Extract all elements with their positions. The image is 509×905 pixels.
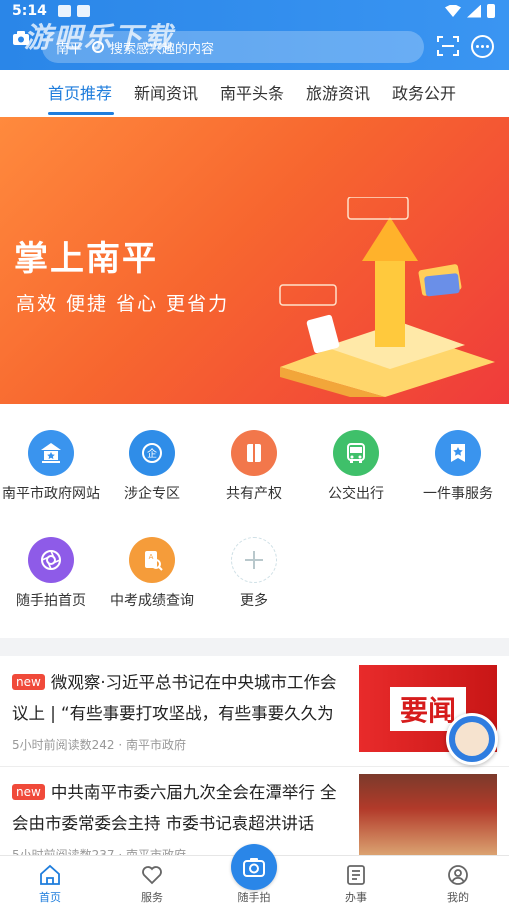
battery-icon [487, 4, 495, 18]
new-badge: new [12, 784, 45, 800]
news-thumbnail [359, 774, 497, 861]
news-title: new 微观察·习近平总书记在中央城市工作会议上 | “有些事要打攻坚战，有些事要… [12, 673, 337, 723]
grid-label: 公交出行 [328, 486, 384, 502]
tab-news[interactable]: 新闻资讯 [134, 70, 220, 117]
banner-title: 掌上南平 [14, 239, 158, 279]
promo-banner[interactable]: 掌上南平 高效 便捷 省心 更省力 [0, 117, 509, 404]
search-placeholder: 搜索感兴趣的内容 [110, 41, 215, 57]
grid-label: 共有产权 [226, 486, 282, 502]
search-icon [92, 41, 105, 53]
section-divider [0, 638, 509, 656]
grid-label: 中考成绩查询 [110, 593, 194, 609]
nav-snapshot-label[interactable]: 随手拍 [224, 889, 284, 905]
tab-nanping-headlines[interactable]: 南平头条 [220, 70, 306, 117]
home-icon [40, 864, 60, 885]
tab-home-recommend[interactable]: 首页推荐 [48, 70, 134, 117]
grid-label: 南平市政府网站 [2, 486, 100, 502]
grid-label: 涉企专区 [124, 486, 180, 502]
system-icons [445, 4, 495, 18]
scan-icon[interactable] [437, 35, 459, 57]
plus-icon [231, 537, 277, 583]
grid-label: 随手拍首页 [16, 593, 86, 609]
property-icon [231, 430, 277, 476]
banner-subtitle: 高效 便捷 省心 更省力 [16, 293, 230, 315]
news-title: new 中共南平市委六届九次全会在潭举行 全会由市委常委会主持 市委书记袁超洪讲话 [12, 783, 337, 833]
heart-icon [142, 866, 162, 885]
top-header: 5:14 游吧乐下载 南平 搜索感兴趣的内容 [0, 0, 509, 70]
camera-icon [243, 858, 265, 877]
grid-item-gov-website[interactable]: 南平市政府网站 [1, 430, 101, 505]
document-icon [347, 865, 365, 885]
camera-aperture-icon [28, 537, 74, 583]
bus-icon [333, 430, 379, 476]
news-meta: 5小时前阅读数242 · 南平市政府 [12, 738, 186, 752]
tab-travel[interactable]: 旅游资讯 [306, 70, 392, 117]
exam-search-icon: A [129, 537, 175, 583]
svg-text:A: A [149, 553, 154, 561]
grid-item-bus[interactable]: 公交出行 [306, 430, 406, 505]
tab-government[interactable]: 政务公开 [392, 70, 478, 117]
grid-item-property[interactable]: 共有产权 [204, 430, 304, 505]
star-badge-icon [435, 430, 481, 476]
grid-item-one-thing-service[interactable]: 一件事服务 [408, 430, 508, 505]
city-selector[interactable]: 南平 [56, 38, 82, 57]
snapshot-camera-button[interactable] [231, 844, 277, 890]
banner-illustration [279, 197, 495, 397]
new-badge: new [12, 674, 45, 690]
grid-label: 一件事服务 [423, 486, 493, 502]
row-divider [0, 766, 509, 767]
bottom-nav: 首页 服务 随手拍 办事 我的 [0, 844, 509, 905]
nav-mine[interactable]: 我的 [428, 863, 488, 905]
nav-affairs[interactable]: 办事 [326, 863, 386, 905]
grid-item-more[interactable]: 更多 [204, 537, 304, 612]
camera-logo-icon[interactable] [12, 30, 30, 46]
nav-home[interactable]: 首页 [20, 863, 80, 905]
cartoon-face-icon [455, 722, 489, 756]
grid-item-enterprise[interactable]: 企 涉企专区 [102, 430, 202, 505]
wifi-icon [445, 5, 461, 17]
category-tabs: 首页推荐 新闻资讯 南平头条 旅游资讯 政务公开 [0, 70, 509, 117]
grid-item-exam-score[interactable]: A 中考成绩查询 [102, 537, 202, 612]
enterprise-icon: 企 [129, 430, 175, 476]
government-building-icon [28, 430, 74, 476]
signal-icon [467, 4, 481, 18]
grid-item-snapshot-home[interactable]: 随手拍首页 [1, 537, 101, 612]
assistant-avatar-button[interactable] [446, 713, 498, 765]
nav-service[interactable]: 服务 [122, 863, 182, 905]
grid-label: 更多 [240, 593, 268, 609]
svg-text:企: 企 [147, 447, 157, 460]
message-icon[interactable] [471, 35, 494, 58]
search-bar[interactable]: 南平 搜索感兴趣的内容 [42, 31, 424, 63]
user-icon [448, 865, 468, 885]
